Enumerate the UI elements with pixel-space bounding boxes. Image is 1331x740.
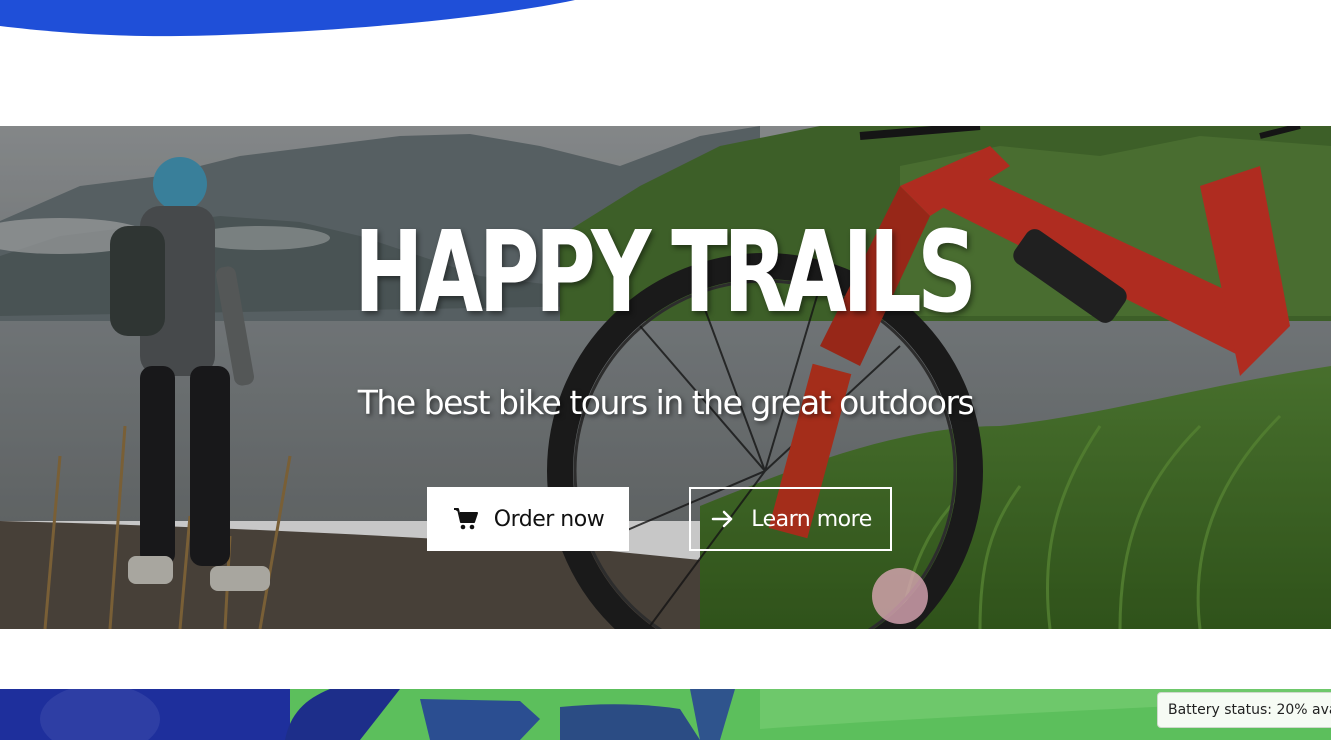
hero-subtitle: The best bike tours in the great outdoor… (357, 383, 975, 422)
battery-status-text: Battery status: 20% available (1168, 702, 1331, 718)
shopping-cart-icon (452, 505, 480, 533)
hero-background-image (0, 126, 1331, 629)
top-wave-decoration (0, 0, 575, 37)
hero-title: HAPPY TRAILS (354, 208, 977, 338)
learn-more-button[interactable]: Learn more (689, 487, 892, 551)
hero-section: HAPPY TRAILS The best bike tours in the … (0, 126, 1331, 629)
learn-more-label: Learn more (751, 506, 872, 532)
order-now-label: Order now (493, 506, 605, 532)
arrow-right-icon (709, 505, 737, 533)
order-now-button[interactable]: Order now (427, 487, 629, 551)
next-section-banner-image (0, 689, 1331, 740)
battery-status-toast: Battery status: 20% available (1157, 692, 1331, 728)
